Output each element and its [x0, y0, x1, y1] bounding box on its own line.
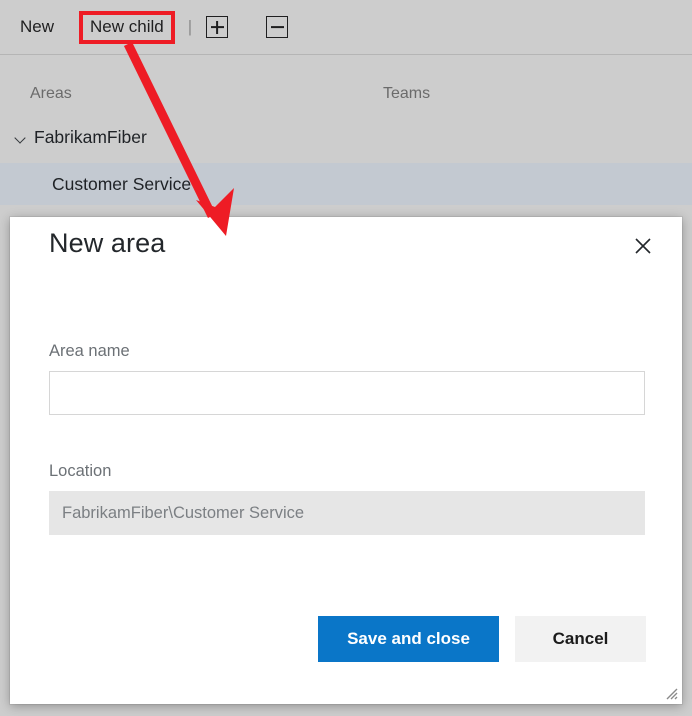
dialog-footer: Save and close Cancel — [318, 616, 646, 662]
chevron-down-icon[interactable] — [13, 130, 29, 146]
tree-row-customer-service[interactable]: Customer Service — [0, 163, 692, 205]
location-label: Location — [49, 462, 112, 480]
column-header-areas: Areas — [30, 85, 72, 102]
column-headers: Areas Teams — [0, 56, 692, 111]
location-input — [49, 491, 645, 535]
area-name-label: Area name — [49, 342, 130, 360]
tree-row-label: Customer Service — [52, 173, 192, 194]
location-field-group: Location — [49, 462, 645, 535]
new-child-button[interactable]: New child — [84, 13, 170, 41]
plus-box-icon[interactable] — [206, 16, 229, 38]
new-button[interactable]: New — [14, 13, 60, 41]
tree-row-fabrikamfiber[interactable]: FabrikamFiber — [0, 118, 692, 157]
minus-box-icon[interactable] — [266, 16, 289, 38]
close-icon[interactable] — [626, 229, 660, 263]
tree-row-label: FabrikamFiber — [34, 127, 147, 147]
toolbar-separator: | — [187, 17, 193, 36]
toolbar: New New child | — [0, 0, 692, 55]
area-name-field-group: Area name — [49, 342, 645, 415]
save-and-close-button[interactable]: Save and close — [318, 616, 499, 662]
column-header-teams: Teams — [383, 85, 431, 102]
new-area-dialog: New area Area name Location Save and clo… — [10, 217, 682, 704]
resize-grip-icon[interactable] — [662, 684, 678, 700]
cancel-button[interactable]: Cancel — [515, 616, 646, 662]
dialog-title: New area — [49, 228, 166, 258]
area-name-input[interactable] — [49, 371, 645, 415]
